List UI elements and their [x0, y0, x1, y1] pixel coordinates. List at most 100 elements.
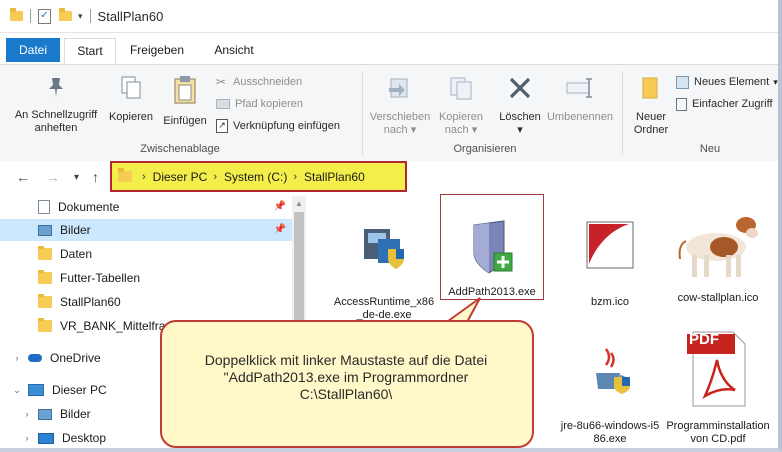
chevron-down-icon[interactable]: ⌄ [12, 379, 22, 401]
chevron-down-icon: ▾ [773, 77, 778, 87]
window-title: StallPlan60 [97, 8, 164, 24]
cut-label: Ausschneiden [233, 76, 303, 88]
nav-item-bilder[interactable]: Bilder 📌 [0, 219, 292, 241]
new-folder-label-2: Ordner [633, 124, 669, 136]
nav-item-stallplan60[interactable]: StallPlan60 [0, 291, 292, 313]
pdf-icon: PDF [668, 320, 768, 418]
cloud-icon [28, 354, 42, 362]
pictures-icon [38, 408, 52, 420]
customize-toolbar-icon[interactable]: ▾ [78, 11, 83, 22]
move-icon [389, 78, 408, 98]
folder-icon [118, 168, 132, 182]
properties-icon[interactable]: ✓ [38, 8, 51, 24]
cut-button[interactable]: ✂ Ausschneiden [216, 75, 302, 89]
recent-locations-chevron-icon[interactable]: ▾ [74, 172, 79, 183]
nav-item-futter-tabellen[interactable]: Futter-Tabellen [0, 267, 292, 289]
file-item-addpath2013[interactable]: AddPath2013.exe [440, 194, 544, 300]
address-bar[interactable]: › Dieser PC › System (C:) › StallPlan60 [110, 161, 407, 192]
nav-item-label: Desktop [62, 431, 107, 445]
folder-icon [38, 270, 52, 284]
pin-icon[interactable]: 📌 [274, 219, 286, 241]
up-arrow-icon[interactable]: ↑ [92, 169, 99, 185]
pin-label-1: An Schnellzugriff [14, 109, 98, 121]
installer-icon [334, 196, 434, 294]
folder-icon [10, 8, 23, 21]
paste-label: Einfügen [163, 115, 207, 127]
chevron-right-icon[interactable]: › [293, 171, 297, 183]
easy-access-button[interactable]: Einfacher Zugriff [676, 97, 773, 111]
file-item-programminstallation-pdf[interactable]: PDF Programminstallation von CD.pdf [666, 320, 770, 446]
nav-item-label: OneDrive [50, 351, 101, 365]
pdf-badge: PDF [689, 331, 719, 348]
file-name: cow-stallplan.ico [677, 292, 759, 304]
file-name: AccessRuntime_x86_de-de.exe [333, 296, 435, 321]
toolbar-divider [30, 9, 31, 23]
scissors-icon: ✂ [216, 75, 227, 89]
forward-arrow-icon[interactable]: → [46, 169, 60, 185]
chevron-right-icon[interactable]: › [142, 171, 146, 183]
pin-icon [49, 78, 63, 97]
nav-item-label: Dieser PC [52, 383, 107, 397]
move-to-button[interactable]: Verschieben nach ▾ [366, 75, 434, 137]
desktop-icon [38, 432, 54, 444]
highlighted-file-frame [440, 194, 544, 300]
back-arrow-icon[interactable]: ← [16, 169, 30, 185]
tab-start[interactable]: Start [64, 38, 116, 65]
java-icon [560, 320, 660, 418]
delete-dropdown-icon[interactable]: ▾ [494, 124, 546, 137]
file-item-cow-stallplan[interactable]: cow-stallplan.ico [666, 192, 770, 305]
chevron-right-icon[interactable]: › [22, 403, 32, 425]
pin-icon[interactable]: 📌 [274, 196, 286, 218]
file-item-bzm-ico[interactable]: bzm.ico [558, 196, 662, 309]
new-item-button[interactable]: Neues Element ▾ [676, 75, 778, 89]
new-folder-button[interactable]: Neuer Ordner [626, 75, 676, 137]
breadcrumb-stallplan60[interactable]: StallPlan60 [304, 170, 365, 184]
explorer-window: ✓ ▾ StallPlan60 Datei Start Freigeben An… [0, 0, 782, 452]
new-folder-icon[interactable] [59, 8, 72, 21]
paste-button[interactable]: Einfügen [158, 75, 212, 128]
bzm-icon [560, 196, 660, 294]
pin-label-2: anheften [34, 122, 78, 134]
pin-quick-access-button[interactable]: An Schnellzugriff anheften [8, 75, 104, 135]
instruction-callout: Doppelklick mit linker Maustaste auf die… [160, 320, 534, 448]
nav-item-label: Bilder [60, 407, 91, 421]
easy-access-icon [676, 97, 687, 111]
pictures-icon [38, 224, 52, 236]
rename-label: Umbenennen [546, 111, 614, 123]
copy-to-button[interactable]: Kopieren nach ▾ [432, 75, 490, 137]
rename-icon [566, 78, 592, 98]
rename-button[interactable]: Umbenennen [544, 75, 616, 124]
scroll-up-icon[interactable]: ▲ [295, 199, 303, 208]
file-item-accessruntime[interactable]: AccessRuntime_x86_de-de.exe [332, 196, 436, 322]
nav-item-label: Dokumente [58, 200, 120, 214]
title-bar: ✓ ▾ StallPlan60 [0, 0, 778, 33]
tab-datei[interactable]: Datei [6, 38, 60, 62]
move-to-label-2: nach ▾ [383, 124, 417, 136]
copy-button[interactable]: Kopieren [106, 75, 156, 124]
paste-shortcut-button[interactable]: ↗ Verknüpfung einfügen [216, 119, 340, 133]
breadcrumb-dieser-pc[interactable]: Dieser PC [153, 170, 208, 184]
callout-line-3: C:\StallPlan60\ [299, 386, 393, 402]
delete-button[interactable]: Löschen ▾ [494, 75, 546, 137]
nav-item-dokumente[interactable]: Dokumente 📌 [0, 196, 292, 218]
clipboard-icon [174, 76, 196, 104]
chevron-right-icon[interactable]: › [213, 171, 217, 183]
new-folder-icon [642, 77, 658, 99]
copy-path-button[interactable]: Pfad kopieren [216, 97, 303, 111]
ribbon: An Schnellzugriff anheften Kopieren Einf… [0, 64, 778, 162]
chevron-right-icon[interactable]: › [22, 427, 32, 448]
tab-freigeben[interactable]: Freigeben [122, 38, 192, 62]
new-item-label: Neues Element [694, 76, 770, 88]
file-item-jre[interactable]: jre-8u66-windows-i586.exe [558, 320, 662, 446]
easy-access-label: Einfacher Zugriff [692, 98, 773, 110]
cow-icon [668, 192, 768, 290]
shield-plus-icon [473, 220, 513, 274]
callout-line-1: Doppelklick mit linker Maustaste auf die… [204, 352, 488, 368]
nav-item-daten[interactable]: Daten [0, 243, 292, 265]
paste-shortcut-label: Verknüpfung einfügen [233, 120, 341, 132]
chevron-right-icon[interactable]: › [12, 347, 22, 369]
breadcrumb-system-c[interactable]: System (C:) [224, 170, 287, 184]
callout-line-2: "AddPath2013.exe im Programmordner [223, 369, 469, 385]
tab-ansicht[interactable]: Ansicht [206, 38, 262, 62]
folder-icon [38, 294, 52, 308]
